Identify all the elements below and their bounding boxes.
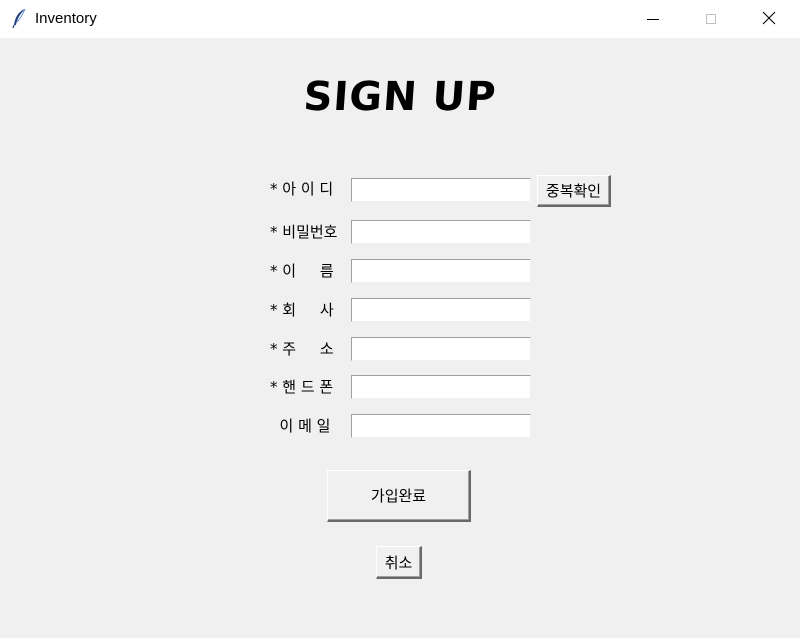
minimize-button[interactable] [630, 0, 676, 38]
window-title: Inventory [35, 10, 97, 27]
submit-button[interactable]: 가입완료 [327, 470, 471, 522]
id-input[interactable] [351, 178, 531, 202]
check-duplicate-button[interactable]: 중복확인 [537, 175, 611, 207]
close-button[interactable] [746, 0, 792, 38]
minimize-icon [647, 18, 659, 20]
password-input[interactable] [351, 220, 531, 244]
name-input[interactable] [351, 259, 531, 283]
field-label-name: * 이 름 [270, 262, 334, 280]
maximize-icon [706, 14, 716, 24]
feather-icon [11, 8, 29, 29]
field-label-id: * 아 이 디 [270, 180, 334, 198]
maximize-button[interactable] [688, 0, 734, 38]
email-input[interactable] [351, 414, 531, 438]
field-label-phone: * 핸 드 폰 [270, 378, 334, 396]
title-bar: Inventory [0, 0, 800, 38]
phone-input[interactable] [351, 375, 531, 399]
field-label-password: * 비밀번호 [270, 223, 338, 241]
page-title: SIGN UP [302, 74, 498, 120]
close-icon [762, 10, 776, 29]
cancel-button[interactable]: 취소 [376, 546, 422, 579]
field-label-company: * 회 사 [270, 301, 334, 319]
address-input[interactable] [351, 337, 531, 361]
company-input[interactable] [351, 298, 531, 322]
field-label-email: 이 메 일 [270, 417, 331, 435]
field-label-address: * 주 소 [270, 340, 334, 358]
